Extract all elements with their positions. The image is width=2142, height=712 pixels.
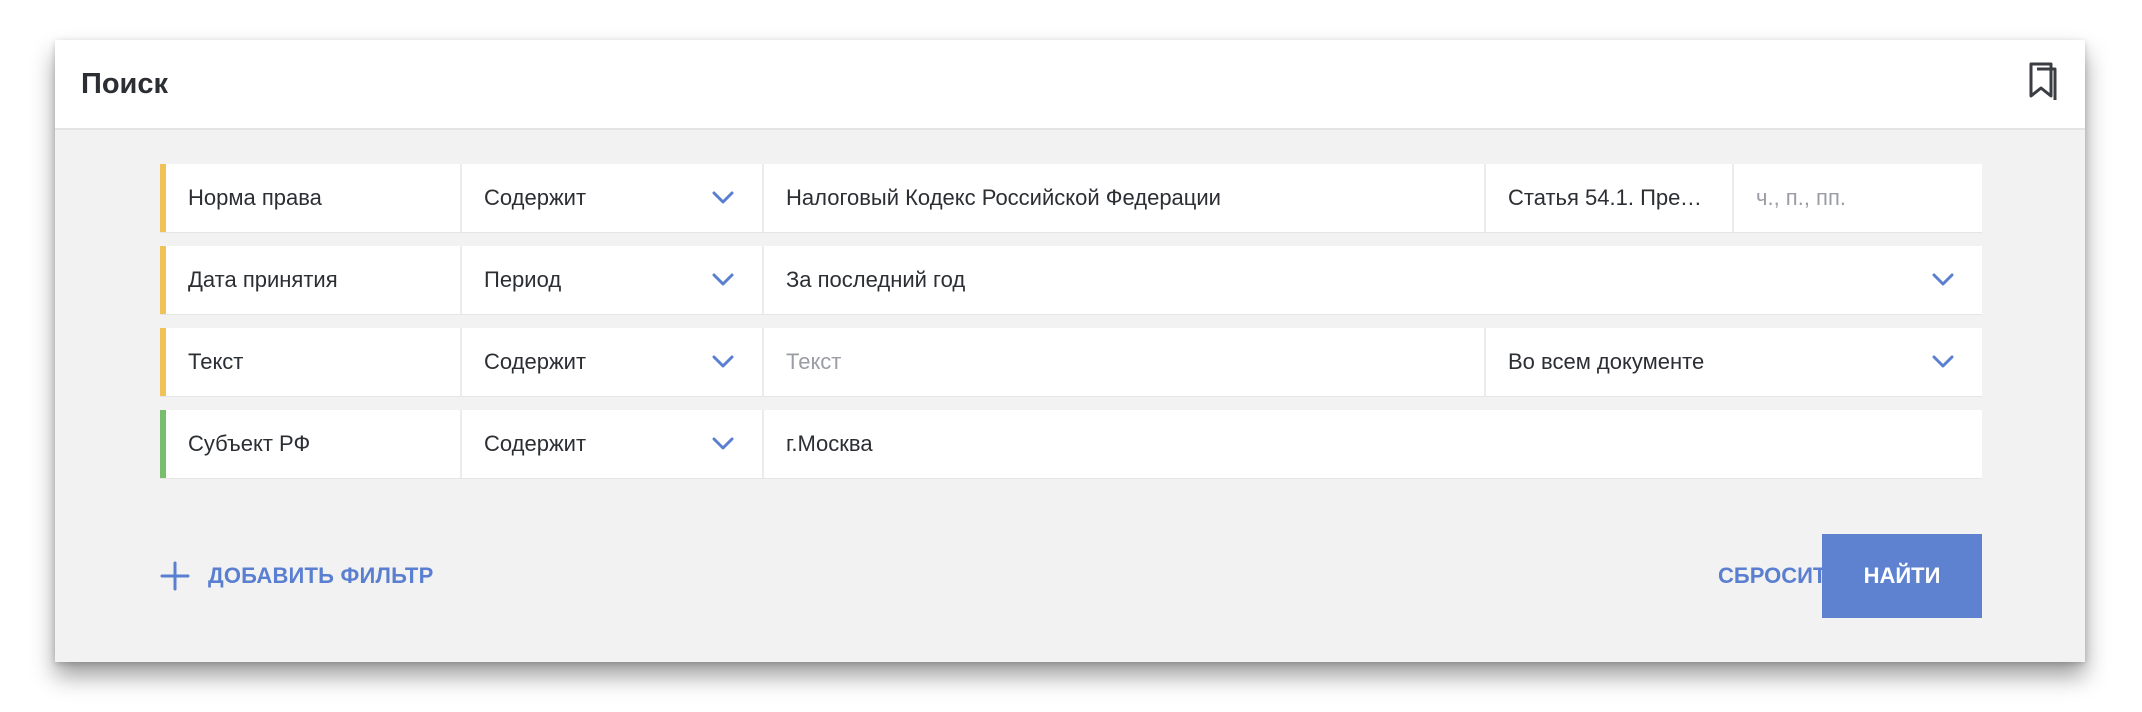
operator-value: Содержит — [484, 185, 587, 210]
document-field[interactable]: Налоговый Кодекс Российской Федерации — [764, 164, 1486, 232]
chevron-down-icon — [712, 355, 734, 368]
operator-select[interactable]: Содержит — [462, 164, 764, 232]
search-panel: Поиск Норма права Содержит Налоговый Код… — [55, 40, 2085, 662]
filter-row-region: Субъект РФ Содержит г.Москва — [160, 410, 1982, 478]
article-value: Статья 54.1. Пределы осуществления прав … — [1508, 185, 1732, 210]
period-select[interactable]: За последний год — [764, 246, 1982, 314]
operator-value: Содержит — [484, 431, 587, 456]
text-input[interactable]: Текст — [764, 328, 1486, 396]
panel-footer: ДОБАВИТЬ ФИЛЬТР СБРОСИТЬ НАЙТИ — [160, 534, 1982, 618]
filter-field-label[interactable]: Субъект РФ — [166, 410, 462, 478]
operator-select[interactable]: Содержит — [462, 328, 764, 396]
panel-title: Поиск — [81, 68, 169, 100]
filter-field-label[interactable]: Дата принятия — [166, 246, 462, 314]
chevron-down-icon — [712, 191, 734, 204]
operator-value: Содержит — [484, 349, 587, 374]
add-filter-button[interactable]: ДОБАВИТЬ ФИЛЬТР — [160, 558, 433, 594]
region-input[interactable]: г.Москва — [764, 410, 1982, 478]
add-filter-label: ДОБАВИТЬ ФИЛЬТР — [208, 563, 434, 588]
filter-row-date: Дата принятия Период За последний год — [160, 246, 1982, 314]
chevron-down-icon — [1932, 273, 1954, 286]
plus-icon — [160, 561, 190, 591]
operator-select[interactable]: Период — [462, 246, 764, 314]
part-input[interactable]: ч., п., пп. — [1734, 164, 1982, 232]
find-button-label: НАЙТИ — [1863, 563, 1941, 588]
operator-select[interactable]: Содержит — [462, 410, 764, 478]
filter-list: Норма права Содержит Налоговый Кодекс Ро… — [160, 164, 1982, 492]
chevron-down-icon — [712, 273, 734, 286]
filter-field-label[interactable]: Текст — [166, 328, 462, 396]
bookmarks-icon[interactable] — [2021, 60, 2061, 104]
operator-value: Период — [484, 267, 562, 292]
chevron-down-icon — [1932, 355, 1954, 368]
find-button[interactable]: НАЙТИ — [1822, 534, 1982, 618]
scope-select[interactable]: Во всем документе — [1486, 328, 1982, 396]
filter-row-norm: Норма права Содержит Налоговый Кодекс Ро… — [160, 164, 1982, 232]
panel-header: Поиск — [55, 40, 2085, 130]
period-value: За последний год — [786, 267, 966, 292]
article-field[interactable]: Статья 54.1. Пределы осуществления прав … — [1486, 164, 1734, 232]
scope-value: Во всем документе — [1508, 349, 1705, 374]
filter-row-text: Текст Содержит Текст Во всем документе — [160, 328, 1982, 396]
filter-field-label[interactable]: Норма права — [166, 164, 462, 232]
chevron-down-icon — [712, 437, 734, 450]
